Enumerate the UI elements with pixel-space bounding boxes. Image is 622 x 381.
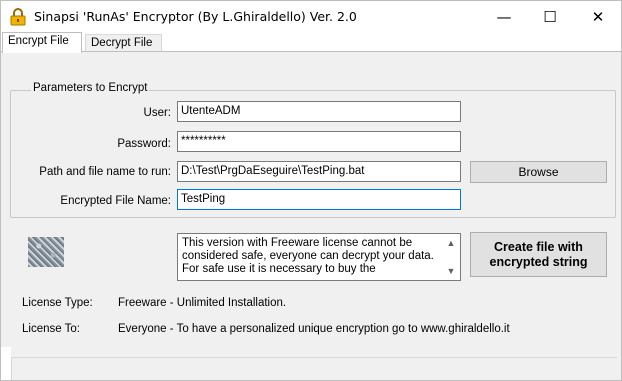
decorative-image (28, 237, 64, 267)
scroll-up-icon[interactable]: ▲ (444, 236, 458, 250)
create-encrypted-file-button[interactable]: Create file with encrypted string (470, 232, 607, 277)
encrypted-name-input[interactable]: TestPing (177, 189, 461, 210)
minimize-button[interactable]: — (481, 1, 527, 32)
app-window: Sinapsi 'RunAs' Encryptor (By L.Ghiralde… (0, 0, 622, 381)
tab-encrypt-file[interactable]: Encrypt File (2, 32, 82, 53)
create-button-line1: Create file with (494, 239, 583, 254)
minimize-icon: — (496, 7, 512, 26)
path-label: Path and file name to run: (39, 166, 171, 178)
license-info-textarea[interactable]: This version with Freeware license canno… (177, 233, 461, 281)
browse-button[interactable]: Browse (470, 161, 607, 183)
password-input[interactable]: ********** (177, 131, 461, 152)
scroll-down-icon[interactable]: ▼ (444, 264, 458, 278)
license-info-text: This version with Freeware license canno… (182, 237, 434, 275)
maximize-icon: ☐ (543, 7, 557, 26)
license-type-row: License Type: Freeware - Unlimited Instal… (22, 297, 286, 309)
user-label: User: (143, 107, 171, 119)
maximize-button[interactable]: ☐ (527, 1, 573, 32)
license-to-row: License To: Everyone - To have a personal… (22, 323, 510, 335)
password-label: Password: (117, 138, 171, 150)
groupbox-title: Parameters to Encrypt (31, 82, 150, 94)
window-title: Sinapsi 'RunAs' Encryptor (By L.Ghiralde… (34, 9, 357, 24)
tab-strip: Encrypt File Decrypt File (1, 32, 621, 53)
user-input[interactable]: UtenteADM (177, 101, 461, 122)
license-to-value: Everyone - To have a personalized unique… (118, 323, 510, 335)
close-icon: ✕ (591, 7, 605, 26)
license-type-label: License Type: (22, 297, 93, 309)
title-bar[interactable]: Sinapsi 'RunAs' Encryptor (By L.Ghiralde… (1, 1, 621, 32)
close-button[interactable]: ✕ (575, 1, 621, 32)
create-button-line2: encrypted string (489, 254, 588, 269)
encrypted-name-label: Encrypted File Name: (60, 195, 171, 207)
license-type-value: Freeware - Unlimited Installation. (118, 297, 287, 309)
license-to-label: License To: (22, 323, 80, 335)
tab-decrypt-file[interactable]: Decrypt File (85, 34, 162, 52)
status-bar (11, 357, 617, 380)
path-input[interactable]: D:\Test\PrgDaEseguire\TestPing.bat (177, 161, 461, 182)
window-edge (1, 347, 11, 380)
lock-icon (10, 8, 26, 26)
